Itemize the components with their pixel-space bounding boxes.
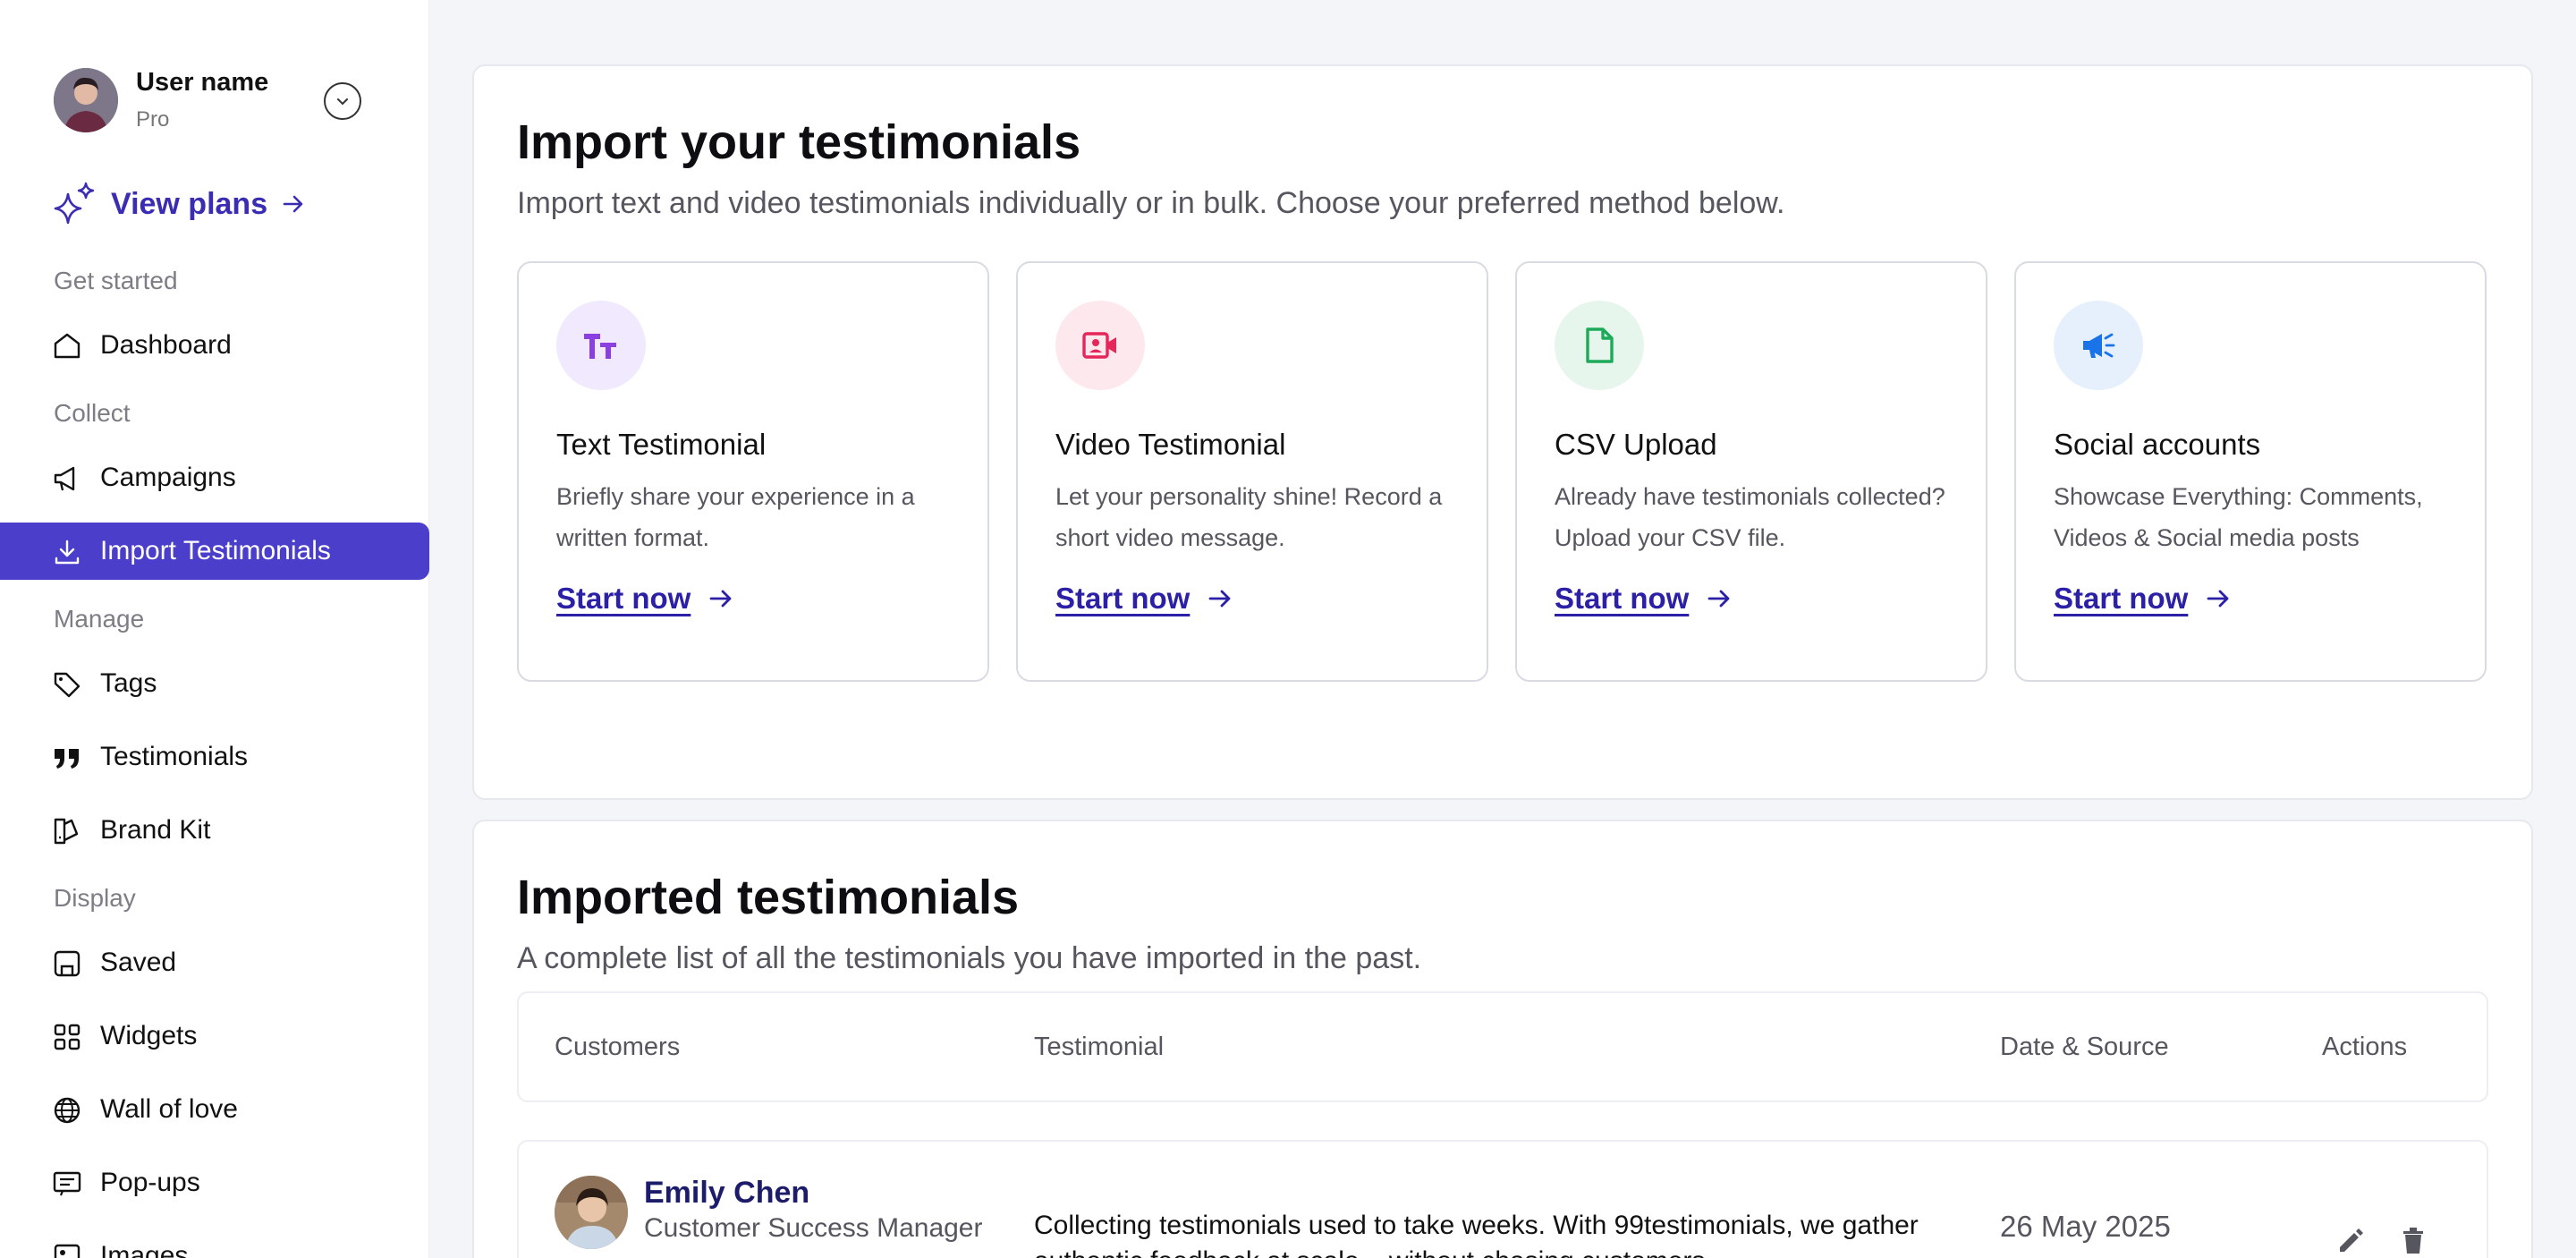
section-label-get-started: Get started bbox=[54, 267, 178, 294]
popup-icon bbox=[52, 1169, 82, 1199]
text-size-icon bbox=[556, 301, 646, 390]
arrow-right-icon bbox=[1208, 590, 1231, 608]
saved-icon bbox=[52, 948, 82, 979]
card-title: Text Testimonial bbox=[556, 428, 767, 461]
import-card-csv[interactable]: CSV Upload Already have testimonials col… bbox=[1515, 261, 1987, 682]
column-header-customers: Customers bbox=[555, 1033, 681, 1061]
avatar[interactable] bbox=[54, 68, 118, 132]
testimonial-text: Collecting testimonials used to take wee… bbox=[1034, 1211, 1919, 1258]
section-label-manage: Manage bbox=[54, 605, 145, 633]
start-now-link[interactable]: Start now bbox=[1055, 582, 1234, 616]
card-title: CSV Upload bbox=[1555, 428, 1717, 461]
sidebar-item-label: Saved bbox=[100, 948, 177, 977]
pencil-icon bbox=[2340, 1228, 2363, 1252]
sidebar-item-label: Widgets bbox=[100, 1021, 198, 1050]
sidebar-item-label: Campaigns bbox=[100, 463, 236, 492]
table-row[interactable]: Emily Chen Customer Success Manager Coll… bbox=[517, 1140, 2488, 1258]
video-contact-icon bbox=[1055, 301, 1145, 390]
sidebar-item-label: Testimonials bbox=[100, 742, 249, 771]
table-header: Customers Testimonial Date & Source Acti… bbox=[517, 991, 2488, 1102]
column-header-testimonial: Testimonial bbox=[1034, 1033, 1165, 1061]
start-now-label: Start now bbox=[2054, 582, 2189, 615]
sidebar-item-tags[interactable]: Tags bbox=[0, 655, 429, 712]
start-now-link[interactable]: Start now bbox=[1555, 582, 1733, 616]
sidebar-item-dashboard[interactable]: Dashboard bbox=[0, 317, 429, 374]
user-plan: Pro bbox=[136, 107, 170, 132]
grid-icon bbox=[52, 1022, 82, 1052]
column-header-actions: Actions bbox=[2322, 1033, 2408, 1061]
arrow-right-icon bbox=[709, 590, 732, 608]
view-plans-link[interactable]: View plans bbox=[50, 179, 307, 229]
card-title: Video Testimonial bbox=[1055, 428, 1286, 461]
customer-name[interactable]: Emily Chen bbox=[644, 1176, 809, 1211]
sidebar-item-label: Import Testimonials bbox=[100, 536, 331, 565]
card-description: Let your personality shine! Record a sho… bbox=[1055, 483, 1443, 551]
import-card-text[interactable]: Text Testimonial Briefly share your expe… bbox=[517, 261, 989, 682]
sparkles-icon bbox=[50, 180, 98, 228]
view-plans-label: View plans bbox=[111, 186, 268, 221]
card-description: Showcase Everything: Comments, Videos & … bbox=[2054, 483, 2423, 551]
trash-icon bbox=[2403, 1228, 2423, 1254]
card-title: Social accounts bbox=[2054, 428, 2261, 461]
arrow-right-icon bbox=[1707, 590, 1730, 608]
sidebar-item-brand-kit[interactable]: Brand Kit bbox=[0, 802, 429, 859]
download-icon bbox=[52, 537, 82, 567]
start-now-link[interactable]: Start now bbox=[2054, 582, 2233, 616]
globe-icon bbox=[52, 1095, 82, 1126]
page-title: Import your testimonials bbox=[517, 115, 1081, 169]
imported-panel: Imported testimonials A complete list of… bbox=[472, 820, 2533, 1258]
user-profile[interactable]: User name Pro bbox=[54, 68, 376, 136]
tag-icon bbox=[52, 669, 82, 700]
file-icon bbox=[1555, 301, 1644, 390]
import-panel: Import your testimonials Import text and… bbox=[472, 64, 2533, 800]
image-icon bbox=[52, 1242, 82, 1258]
start-now-label: Start now bbox=[1555, 582, 1690, 615]
import-card-social[interactable]: Social accounts Showcase Everything: Com… bbox=[2014, 261, 2487, 682]
start-now-label: Start now bbox=[1055, 582, 1191, 615]
avatar-image bbox=[54, 68, 118, 132]
sidebar-item-label: Tags bbox=[100, 668, 157, 698]
sidebar-item-testimonials[interactable]: Testimonials bbox=[0, 728, 429, 786]
arrow-right-icon bbox=[2207, 590, 2229, 608]
quote-icon bbox=[52, 743, 82, 773]
edit-button[interactable] bbox=[2333, 1222, 2368, 1258]
sidebar-item-images[interactable]: Images bbox=[0, 1228, 429, 1258]
megaphone-icon bbox=[52, 463, 82, 494]
sidebar-item-campaigns[interactable]: Campaigns bbox=[0, 449, 429, 506]
sidebar: User name Pro View plans Get started Das… bbox=[0, 0, 429, 1258]
customer-role: Customer Success Manager bbox=[644, 1213, 983, 1243]
column-header-date-source: Date & Source bbox=[2000, 1033, 2169, 1061]
section-title: Imported testimonials bbox=[517, 871, 1020, 924]
user-name: User name bbox=[136, 68, 269, 97]
sidebar-item-label: Images bbox=[100, 1241, 189, 1258]
sidebar-item-import-testimonials[interactable]: Import Testimonials bbox=[0, 523, 429, 580]
section-subtitle: A complete list of all the testimonials … bbox=[517, 941, 1422, 975]
megaphone-icon bbox=[2054, 301, 2143, 390]
avatar bbox=[555, 1176, 628, 1249]
sidebar-item-label: Wall of love bbox=[100, 1094, 238, 1124]
delete-button[interactable] bbox=[2395, 1222, 2431, 1258]
sidebar-item-label: Dashboard bbox=[100, 330, 232, 360]
sidebar-item-widgets[interactable]: Widgets bbox=[0, 1007, 429, 1065]
start-now-label: Start now bbox=[556, 582, 691, 615]
sidebar-item-wall-of-love[interactable]: Wall of love bbox=[0, 1081, 429, 1138]
sidebar-item-saved[interactable]: Saved bbox=[0, 934, 429, 991]
card-description: Already have testimonials collected? Upl… bbox=[1555, 483, 1945, 551]
testimonial-date: 26 May 2025 bbox=[2000, 1210, 2171, 1243]
user-menu-button[interactable] bbox=[324, 82, 361, 120]
page-subtitle: Import text and video testimonials indiv… bbox=[517, 186, 1785, 220]
home-icon bbox=[52, 331, 82, 361]
palette-icon bbox=[52, 816, 82, 846]
start-now-link[interactable]: Start now bbox=[556, 582, 735, 616]
card-description: Briefly share your experience in a writt… bbox=[556, 483, 915, 551]
chevron-down-icon bbox=[337, 98, 348, 105]
sidebar-item-label: Brand Kit bbox=[100, 815, 211, 845]
sidebar-item-label: Pop-ups bbox=[100, 1168, 200, 1197]
import-card-video[interactable]: Video Testimonial Let your personality s… bbox=[1016, 261, 1488, 682]
arrow-right-icon bbox=[280, 191, 307, 217]
sidebar-item-popups[interactable]: Pop-ups bbox=[0, 1154, 429, 1211]
section-label-display: Display bbox=[54, 884, 136, 912]
section-label-collect: Collect bbox=[54, 399, 131, 427]
